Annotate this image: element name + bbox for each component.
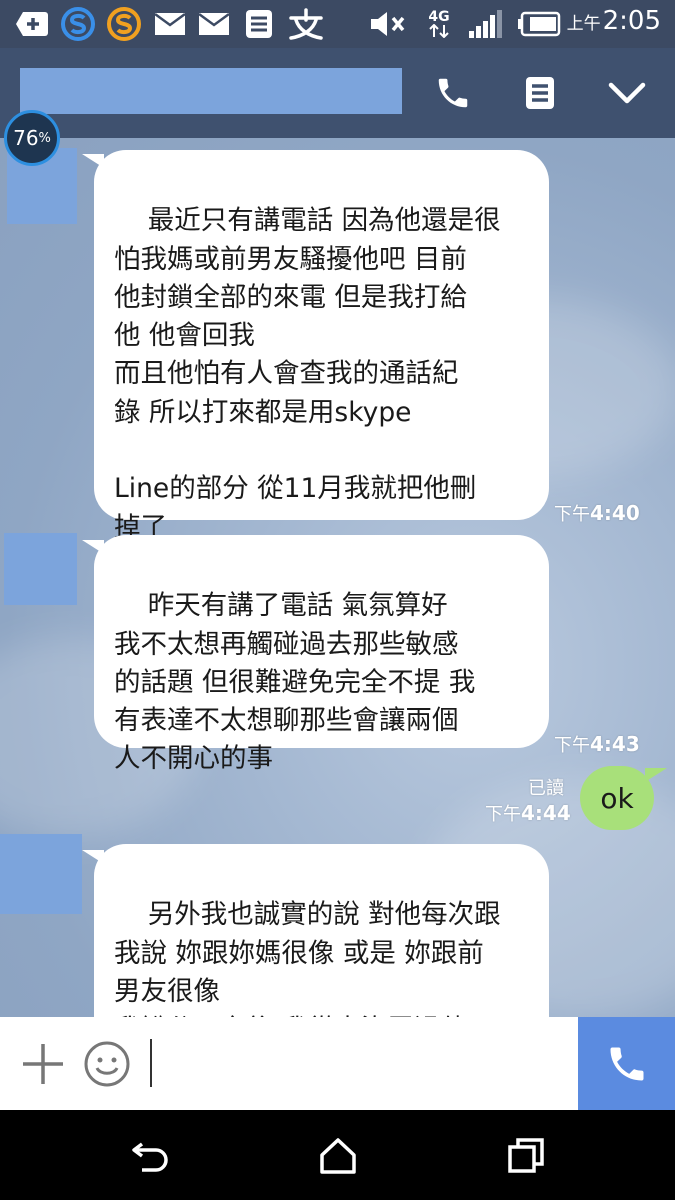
message-time: 下午4:44 [485, 801, 571, 825]
signal-icon [466, 8, 506, 40]
plus-icon[interactable] [18, 1039, 68, 1089]
s-app-icon [106, 7, 142, 41]
battery-percent-badge: 76% [4, 110, 60, 166]
chat-area[interactable]: 最近只有講電話 因為他還是很 怕我媽或前男友騷擾他吧 目前 他封鎖全部的來電 但… [0, 138, 675, 1017]
read-receipt: 已讀 [528, 778, 564, 799]
contact-name[interactable] [20, 68, 402, 114]
mail-icon [196, 8, 232, 40]
phone-icon[interactable] [430, 70, 476, 116]
s-app-icon [60, 7, 96, 41]
call-button[interactable] [578, 1017, 675, 1110]
mail-icon [152, 8, 188, 40]
mute-icon [368, 8, 408, 40]
friend-icon [286, 8, 326, 40]
notes-icon [242, 8, 276, 40]
navigation-bar [0, 1110, 675, 1200]
back-icon[interactable] [126, 1132, 174, 1180]
battery-icon [516, 8, 562, 40]
recents-icon[interactable] [502, 1132, 550, 1180]
message-text: ok [600, 781, 634, 815]
chevron-down-icon[interactable] [604, 70, 650, 116]
home-icon[interactable] [314, 1132, 362, 1180]
clock: 上午2:05 [566, 6, 661, 36]
add-icon [14, 8, 50, 40]
chat-header [0, 48, 675, 138]
status-bar: 4G 上午2:05 [0, 0, 675, 48]
sent-message-bubble: ok [580, 766, 654, 830]
message-input[interactable] [150, 1039, 152, 1087]
emoji-icon[interactable] [82, 1039, 132, 1089]
message-text: 最近只有講電話 因為他還是很 怕我媽或前男友騷擾他吧 目前 他封鎖全部的來電 但… [114, 205, 501, 543]
menu-icon[interactable] [517, 70, 563, 116]
message-time: 下午4:43 [554, 732, 640, 756]
message-bubble: 另外我也誠實的說 對他每次跟 我說 妳跟妳媽很像 或是 妳跟前 男友很像 我說分… [94, 844, 549, 1017]
network-type: 4G [422, 8, 456, 40]
avatar[interactable] [4, 533, 77, 605]
avatar[interactable] [0, 834, 82, 914]
message-text: 另外我也誠實的說 對他每次跟 我說 妳跟妳媽很像 或是 妳跟前 男友很像 我說分… [114, 899, 501, 1017]
message-text: 昨天有講了電話 氣氛算好 我不太想再觸碰過去那些敏感 的話題 但很難避免完全不提… [114, 590, 476, 775]
message-bubble: 最近只有講電話 因為他還是很 怕我媽或前男友騷擾他吧 目前 他封鎖全部的來電 但… [94, 150, 549, 543]
message-time: 下午4:40 [554, 501, 640, 525]
message-bubble: 昨天有講了電話 氣氛算好 我不太想再觸碰過去那些敏感 的話題 但很難避免完全不提… [94, 535, 549, 774]
message-input-bar [0, 1017, 675, 1110]
phone-icon [610, 1047, 643, 1080]
